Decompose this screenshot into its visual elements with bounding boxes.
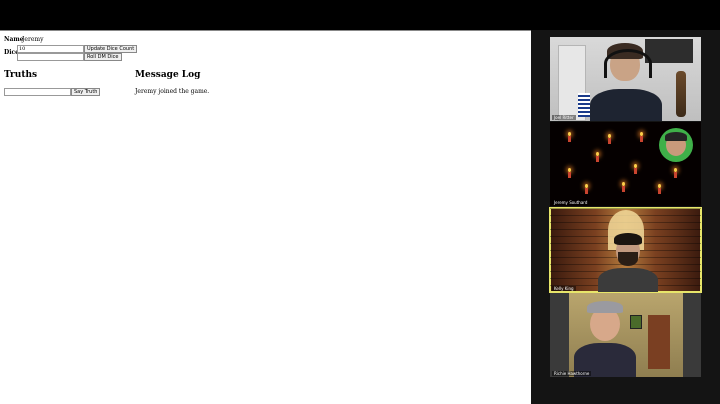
- background-door: [648, 315, 670, 369]
- background-poster: [645, 39, 693, 63]
- name-value: Jeremy: [22, 36, 44, 43]
- candle-4: [568, 172, 571, 178]
- candle-0: [568, 136, 571, 142]
- candle-9: [658, 188, 661, 194]
- truth-input[interactable]: [4, 88, 71, 96]
- candle-7: [585, 188, 588, 194]
- message-log-heading: Message Log: [135, 70, 201, 80]
- participant-hair: [614, 233, 642, 245]
- background-picture-frame: [630, 315, 642, 329]
- candle-8: [622, 186, 625, 192]
- name-label: Name: [4, 36, 24, 43]
- participant-body: [598, 268, 658, 292]
- participant-body: [590, 89, 662, 121]
- participant-name-label: Richie Hawthorne: [552, 371, 592, 376]
- participant-name-label: Kelly King: [552, 286, 576, 291]
- participant-cap: [587, 301, 623, 313]
- candle-1: [608, 138, 611, 144]
- say-truth-button[interactable]: Say Truth: [71, 88, 101, 96]
- candle-2: [640, 136, 643, 142]
- video-tile-joel-ritter[interactable]: Joel Ritter: [550, 37, 701, 121]
- dice-count-input[interactable]: 10: [17, 45, 84, 53]
- avatar-cap: [665, 132, 687, 141]
- video-gallery: Joel Ritter Jeremy Southard Kelly King R…: [531, 30, 720, 404]
- shared-screen-page: Name Jeremy Dice 10 Update Dice Count Ro…: [0, 30, 531, 404]
- dice-secondary-input[interactable]: [17, 53, 84, 61]
- participant-beard: [618, 252, 638, 266]
- participant-name-label: Jeremy Southard: [552, 200, 590, 205]
- video-tile-kelly-king[interactable]: Kelly King: [549, 207, 702, 293]
- participant-avatar: [659, 128, 693, 162]
- screen: Name Jeremy Dice 10 Update Dice Count Ro…: [0, 0, 720, 404]
- message-log-entry: Jeremy joined the game.: [135, 88, 210, 95]
- video-tile-richie-hawthorne[interactable]: Richie Hawthorne: [550, 293, 701, 377]
- background-guitar: [676, 71, 686, 117]
- update-dice-count-button[interactable]: Update Dice Count: [84, 45, 138, 53]
- candle-6: [674, 172, 677, 178]
- truths-heading: Truths: [4, 70, 38, 80]
- participant-name-label: Joel Ritter: [552, 115, 576, 120]
- candle-3: [596, 156, 599, 162]
- headphones-icon: [604, 49, 652, 78]
- background-window: [578, 93, 590, 117]
- video-tile-jeremy-southard[interactable]: Jeremy Southard: [550, 122, 701, 206]
- candle-5: [634, 168, 637, 174]
- roll-dm-dice-button[interactable]: Roll DM Dice: [84, 53, 122, 61]
